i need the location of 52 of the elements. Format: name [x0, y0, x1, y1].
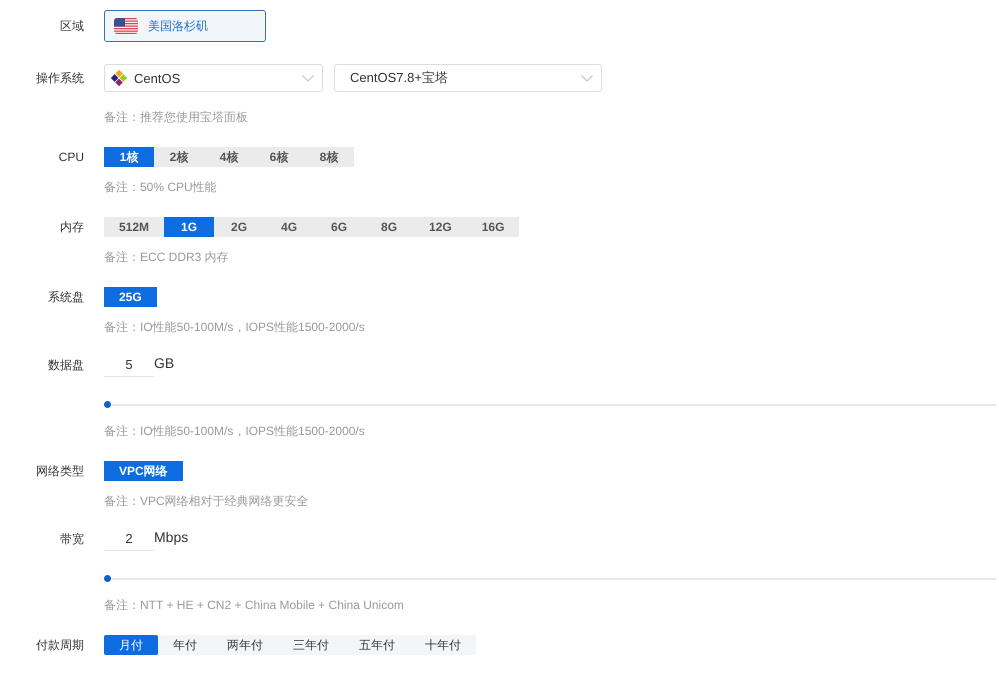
field-label: 区域 — [60, 18, 84, 34]
option-button[interactable]: 512M — [104, 217, 164, 237]
option-button[interactable]: 4G — [264, 217, 314, 237]
chevron-down-icon — [302, 74, 314, 82]
option-button[interactable]: 25G — [104, 287, 157, 307]
option-button[interactable]: 8G — [364, 217, 414, 237]
region-button[interactable]: 美国洛杉矶 — [104, 10, 266, 42]
option-button[interactable]: 6G — [314, 217, 364, 237]
note-text: 备注：VPC网络相对于经典网络更安全 — [104, 493, 309, 509]
option-button[interactable]: 两年付 — [212, 635, 278, 655]
slider-track[interactable] — [104, 575, 996, 582]
field-label: 系统盘 — [48, 288, 84, 306]
option-button[interactable]: 三年付 — [278, 635, 344, 655]
field-label: 数据盘 — [48, 356, 84, 374]
number-input[interactable]: 5 — [104, 353, 154, 377]
option-button[interactable]: 8核 — [304, 147, 354, 167]
note-text: 备注：NTT + HE + CN2 + China Mobile + China Unicom — [104, 597, 404, 613]
note-text: 备注：推荐您使用宝塔面板 — [104, 109, 248, 125]
field-label: 操作系统 — [36, 70, 84, 86]
option-button[interactable]: 6核 — [254, 147, 304, 167]
note-text: 备注：IO性能50-100M/s，IOPS性能1500-2000/s — [104, 319, 365, 335]
option-button[interactable]: 十年付 — [410, 635, 476, 655]
slider-track[interactable] — [104, 401, 996, 408]
field-label: 带宽 — [60, 530, 84, 548]
option-button[interactable]: 4核 — [204, 147, 254, 167]
option-button[interactable]: 2核 — [154, 147, 204, 167]
field-label: CPU — [58, 150, 84, 164]
field-label: 内存 — [60, 218, 84, 236]
option-button[interactable]: 16G — [466, 217, 520, 237]
field-label: 网络类型 — [36, 462, 84, 480]
dropdown-select[interactable]: CentOS — [104, 64, 323, 92]
option-button[interactable]: 1核 — [104, 147, 154, 167]
note-text: 备注：50% CPU性能 — [104, 179, 217, 195]
pinwheel-logo-icon — [110, 69, 128, 87]
note-text: 备注：IO性能50-100M/s，IOPS性能1500-2000/s — [104, 423, 365, 439]
note-text: 备注：ECC DDR3 内存 — [104, 249, 229, 265]
number-input[interactable]: 2 — [104, 527, 154, 551]
flag-icon — [114, 18, 138, 34]
field-label: 付款周期 — [36, 636, 84, 654]
option-button[interactable]: 1G — [164, 217, 214, 237]
option-button[interactable]: 五年付 — [344, 635, 410, 655]
slider-thumb[interactable] — [104, 575, 111, 582]
option-button[interactable]: 2G — [214, 217, 264, 237]
dropdown-select[interactable]: CentOS7.8+宝塔 — [334, 64, 602, 92]
unit-label: Mbps — [154, 529, 188, 545]
slider-thumb[interactable] — [104, 401, 111, 408]
unit-label: GB — [154, 355, 174, 371]
option-button[interactable]: 月付 — [104, 635, 158, 655]
option-button[interactable]: VPC网络 — [104, 461, 183, 481]
option-button[interactable]: 12G — [414, 217, 467, 237]
chevron-down-icon — [581, 74, 593, 82]
option-button[interactable]: 年付 — [158, 635, 212, 655]
